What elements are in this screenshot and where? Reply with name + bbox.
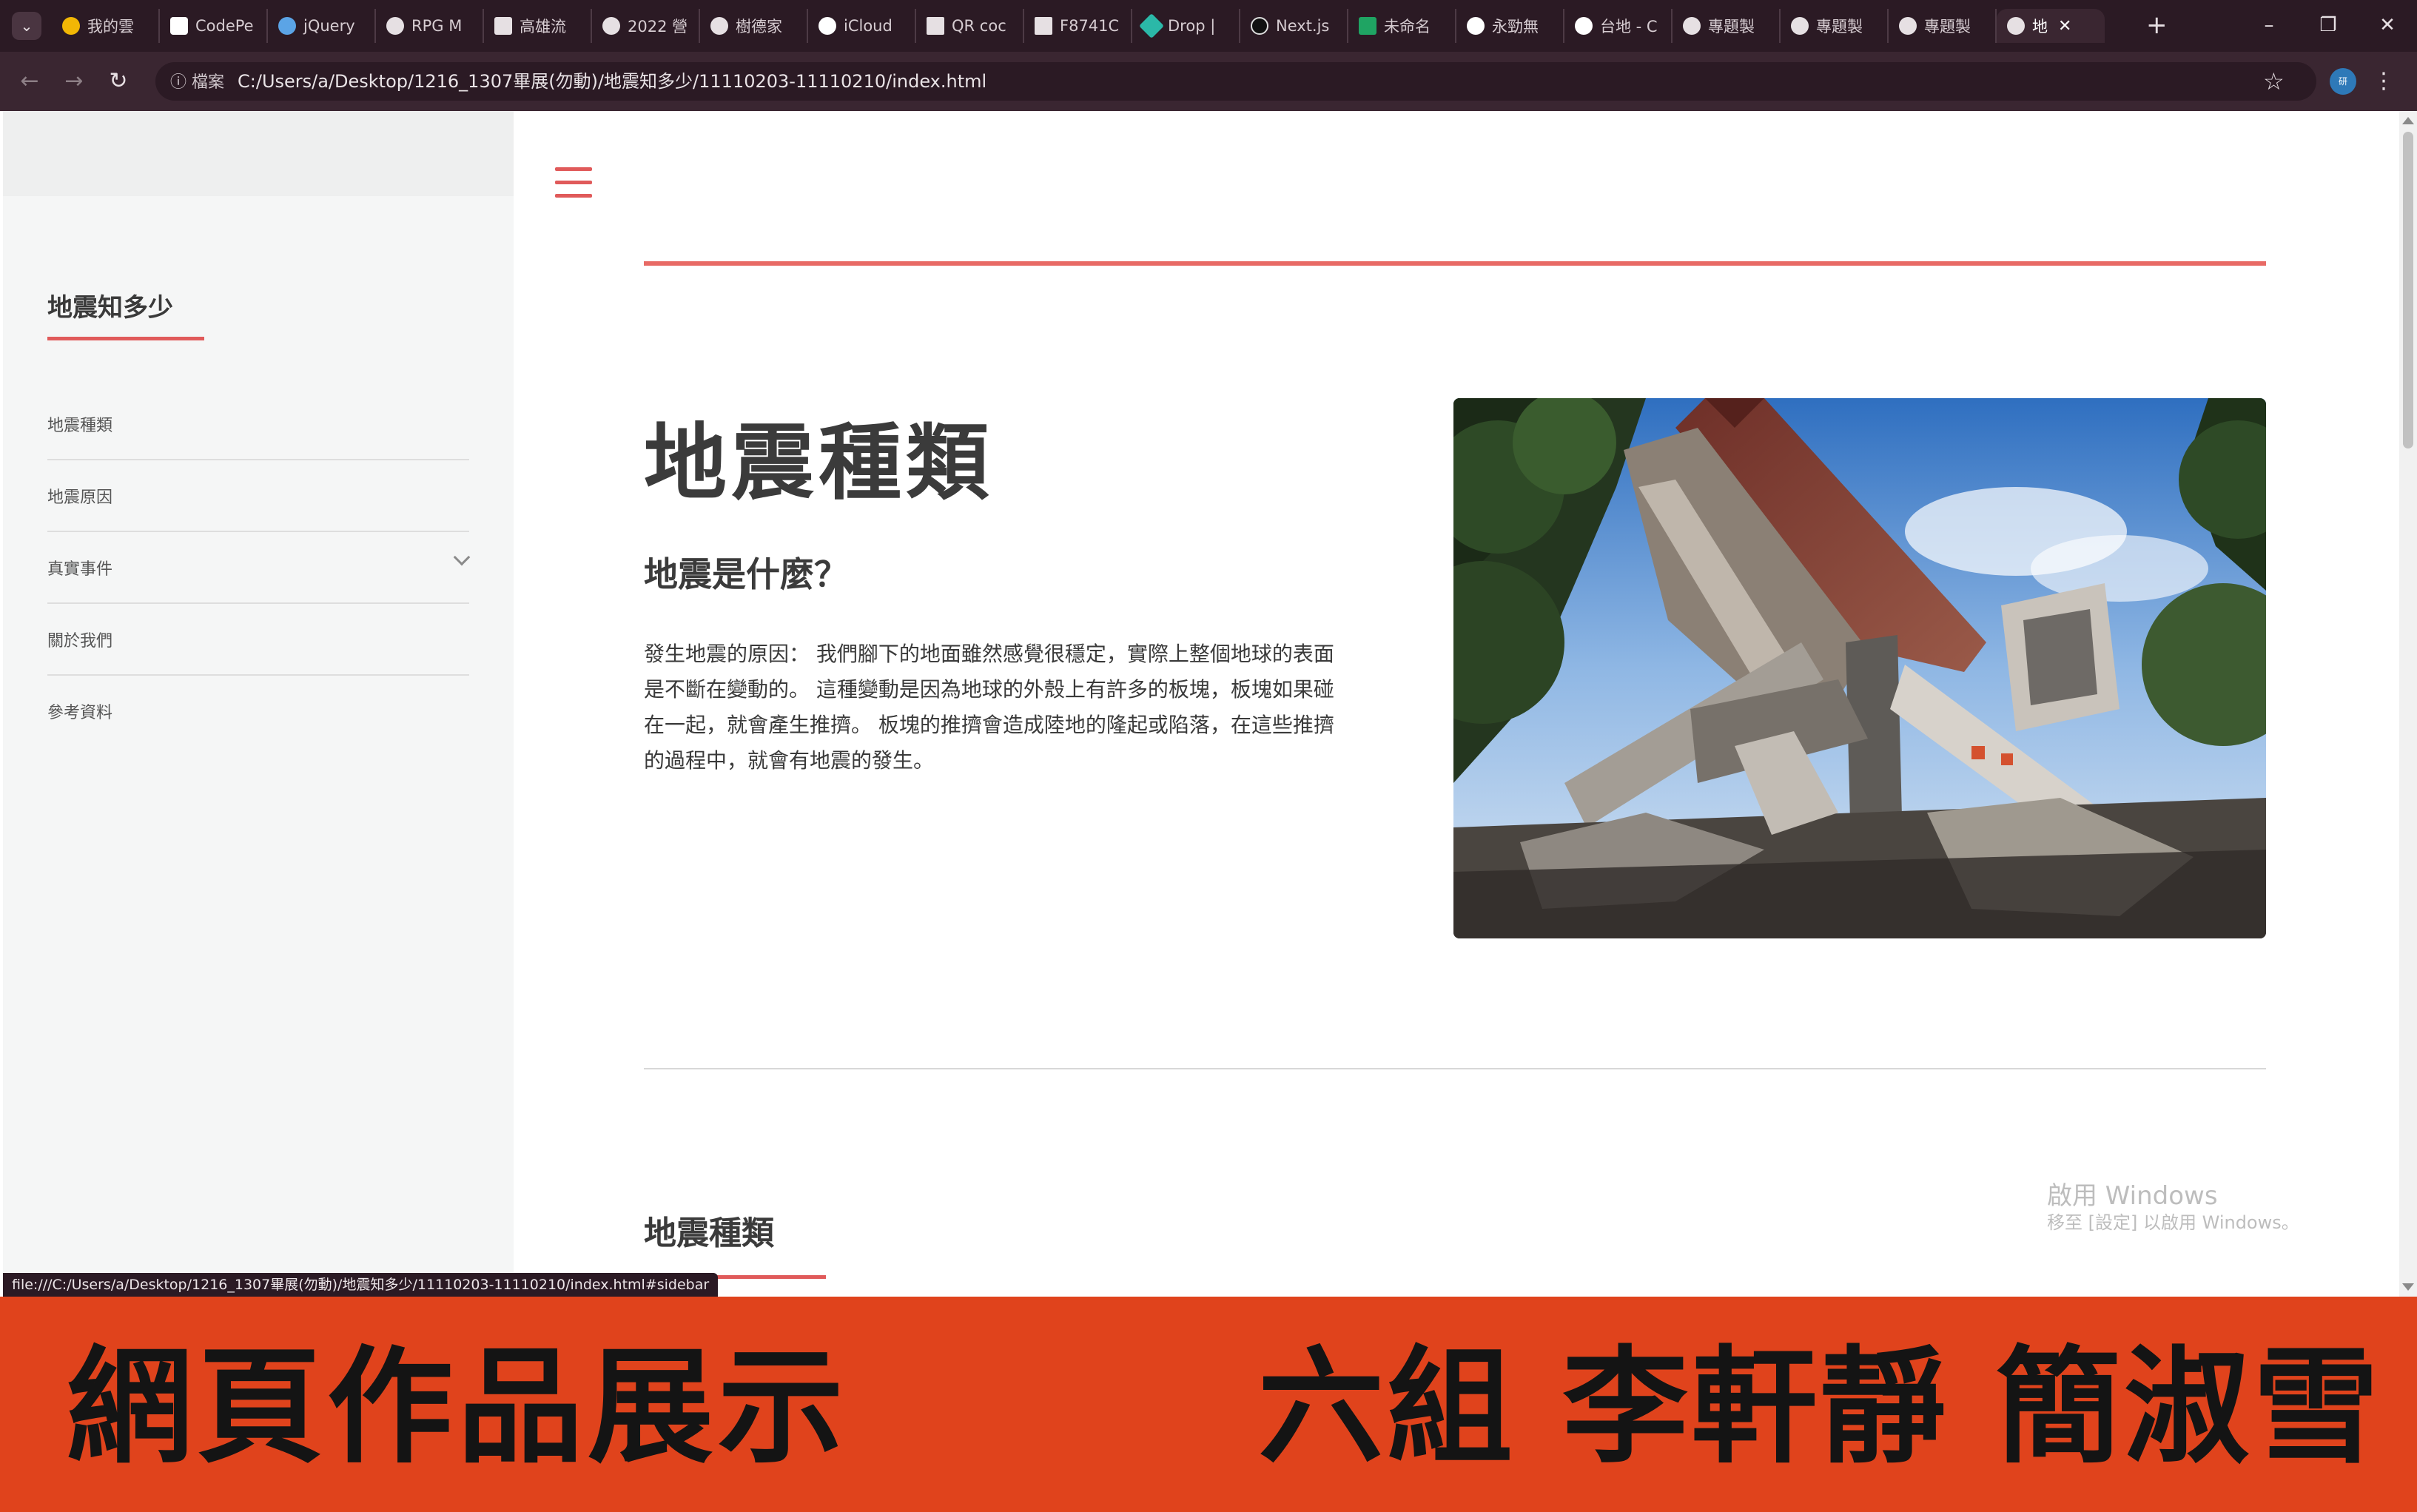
address-bar[interactable]: ⓘ 檔案 C:/Users/a/Desktop/1216_1307畢展(勿動)/地… xyxy=(155,62,2316,101)
globe-icon xyxy=(602,17,620,35)
sidebar-item-references[interactable]: 參考資料 xyxy=(47,676,469,747)
globe-icon xyxy=(386,17,404,35)
browser-tab[interactable]: CodePe xyxy=(160,9,268,43)
status-bar-url: file:///C:/Users/a/Desktop/1216_1307畢展(勿… xyxy=(3,1273,719,1297)
site-title: 地震知多少 xyxy=(47,293,173,323)
browser-toolbar: ← → ↻ ⓘ 檔案 C:/Users/a/Desktop/1216_1307畢展… xyxy=(0,52,2417,111)
chevron-down-icon[interactable] xyxy=(453,548,471,566)
codepen-icon xyxy=(170,17,188,35)
restore-button[interactable]: ❐ xyxy=(2306,10,2350,40)
sheets-icon xyxy=(1359,17,1376,35)
active-browser-tab[interactable]: 地 ✕ xyxy=(1997,9,2105,43)
qr-code-icon xyxy=(1035,17,1052,35)
globe-icon xyxy=(1683,17,1701,35)
browser-menu-icon[interactable]: ⋮ xyxy=(2373,65,2395,98)
globe-icon xyxy=(1899,17,1917,35)
tab-bar: ⌄ 我的雲 CodePe jQuery RPG M 高雄流 2022 營 樹德家… xyxy=(0,0,2417,52)
browser-tab[interactable]: 高雄流 xyxy=(484,9,592,43)
apple-icon xyxy=(818,17,836,35)
page-title: 地震種類 xyxy=(644,415,993,511)
scroll-up-arrow-icon[interactable] xyxy=(2402,117,2414,124)
tab-search-button[interactable]: ⌄ xyxy=(12,12,41,40)
address-url: C:/Users/a/Desktop/1216_1307畢展(勿動)/地震知多少… xyxy=(238,71,987,92)
browser-tab[interactable]: Drop | xyxy=(1132,9,1240,43)
browser-tab[interactable]: jQuery xyxy=(268,9,376,43)
sidebar: 地震知多少 地震種類 地震原因 真實事件 關於我們 參考資料 xyxy=(3,111,514,1297)
info-icon: ⓘ xyxy=(170,73,192,92)
globe-icon xyxy=(710,17,728,35)
browser-chrome: ⌄ 我的雲 CodePe jQuery RPG M 高雄流 2022 營 樹德家… xyxy=(0,0,2417,111)
section-heading: 地震種類 xyxy=(644,1214,774,1252)
intro-heading: 地震是什麼？ xyxy=(644,554,848,594)
section-divider xyxy=(644,1068,2266,1069)
intro-paragraph: 發生地震的原因： 我們腳下的地面雖然感覺很穩定，實際上整個地球的表面是不斷在變動… xyxy=(644,642,1334,773)
scroll-down-arrow-icon[interactable] xyxy=(2402,1283,2414,1291)
tab-strip: 我的雲 CodePe jQuery RPG M 高雄流 2022 營 樹德家 i… xyxy=(52,9,2105,43)
browser-tab[interactable]: 樹德家 xyxy=(700,9,808,43)
site-info-chip[interactable]: ⓘ 檔案 xyxy=(170,64,224,101)
browser-tab[interactable]: 我的雲 xyxy=(52,9,160,43)
browser-tab[interactable]: iCloud xyxy=(808,9,916,43)
presentation-banner: 網頁作品展示 六組 李軒靜 簡淑雪 xyxy=(0,1297,2417,1512)
close-tab-icon[interactable]: ✕ xyxy=(2058,17,2071,36)
earthquake-collapse-photo xyxy=(1453,398,2266,938)
drop-icon xyxy=(1139,13,1164,38)
nextjs-icon xyxy=(1251,17,1268,35)
browser-tab[interactable]: 專題製 xyxy=(1889,9,1997,43)
windows-activation-watermark: 啟用 Windows 移至 [設定] 以啟用 Windows。 xyxy=(2047,1180,2299,1234)
page-viewport: 地震知多少 地震種類 地震原因 真實事件 關於我們 參考資料 地震種類 地震是什… xyxy=(3,111,2399,1297)
header-divider xyxy=(644,261,2266,266)
forward-button[interactable]: → xyxy=(58,65,90,98)
profile-avatar[interactable]: 研 xyxy=(2330,68,2356,95)
back-button[interactable]: ← xyxy=(13,65,46,98)
new-tab-button[interactable]: + xyxy=(2146,10,2168,40)
banner-credits: 六組 李軒靜 簡淑雪 xyxy=(1258,1334,2382,1481)
browser-tab[interactable]: 專題製 xyxy=(1673,9,1781,43)
scrollbar-thumb[interactable] xyxy=(2403,132,2413,448)
close-window-button[interactable]: ✕ xyxy=(2365,10,2410,40)
sidebar-item-real-events[interactable]: 真實事件 xyxy=(47,532,471,604)
jquery-icon xyxy=(278,17,296,35)
browser-tab[interactable]: F8741C xyxy=(1024,9,1132,43)
sidebar-item-earthquake-types[interactable]: 地震種類 xyxy=(47,389,469,460)
browser-tab[interactable]: Next.js xyxy=(1240,9,1348,43)
minimize-button[interactable]: – xyxy=(2247,10,2291,40)
google-icon xyxy=(1575,17,1593,35)
browser-tab[interactable]: RPG M xyxy=(376,9,484,43)
browser-tab[interactable]: 專題製 xyxy=(1781,9,1889,43)
watermark-subtitle: 移至 [設定] 以啟用 Windows。 xyxy=(2047,1212,2299,1233)
browser-tab[interactable]: 未命名 xyxy=(1348,9,1456,43)
bookmark-star-icon[interactable]: ☆ xyxy=(2263,65,2285,98)
site-icon xyxy=(494,17,512,35)
banner-title: 網頁作品展示 xyxy=(67,1334,849,1481)
reload-button[interactable]: ↻ xyxy=(102,65,135,98)
site-title-underline xyxy=(47,337,204,340)
sidebar-item-earthquake-causes[interactable]: 地震原因 xyxy=(47,460,469,532)
watermark-title: 啟用 Windows xyxy=(2047,1181,2218,1211)
browser-tab[interactable]: 永勁無 xyxy=(1456,9,1564,43)
sidebar-item-about-us[interactable]: 關於我們 xyxy=(47,604,469,676)
browser-tab[interactable]: 2022 營 xyxy=(592,9,700,43)
hamburger-menu-icon[interactable] xyxy=(555,167,592,198)
globe-icon xyxy=(1791,17,1809,35)
drive-icon xyxy=(62,17,80,35)
google-icon xyxy=(1467,17,1485,35)
browser-tab[interactable]: 台地 - C xyxy=(1564,9,1673,43)
page-scrollbar[interactable] xyxy=(2399,111,2417,1297)
sidebar-menu: 地震種類 地震原因 真實事件 關於我們 參考資料 xyxy=(47,389,471,747)
globe-icon xyxy=(2007,17,2025,35)
sidebar-header-band xyxy=(3,111,514,196)
browser-tab[interactable]: QR coc xyxy=(916,9,1024,43)
qr-code-icon xyxy=(927,17,944,35)
